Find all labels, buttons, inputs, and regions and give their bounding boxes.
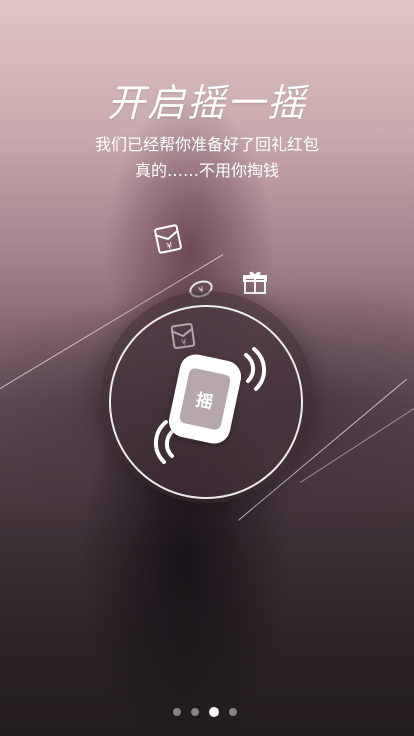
page-dot[interactable]: [229, 708, 237, 716]
phone-label: 摇: [178, 367, 232, 431]
decorative-line: [300, 394, 414, 483]
page-subtitle: 我们已经帮你准备好了回礼红包 真的……不用你掏钱: [0, 132, 414, 184]
page-dot[interactable]: [191, 708, 199, 716]
gift-icon: [241, 268, 269, 296]
page-indicator: [173, 706, 243, 718]
envelope-yuan-icon: ¥: [168, 320, 198, 351]
subtitle-line-1: 我们已经帮你准备好了回礼红包: [94, 135, 319, 154]
onboarding-screen: 开启摇一摇 我们已经帮你准备好了回礼红包 真的……不用你掏钱 ¥ ¥ 摇: [0, 0, 414, 736]
page-dot-active[interactable]: [209, 707, 219, 717]
red-envelope-yuan-icon: ¥: [151, 221, 185, 256]
page-title: 开启摇一摇: [106, 81, 307, 125]
shake-wave-right-icon: [238, 345, 272, 397]
page-dot[interactable]: [173, 708, 181, 716]
svg-text:¥: ¥: [181, 338, 187, 348]
svg-text:¥: ¥: [166, 241, 174, 252]
subtitle-line-2: 真的……不用你掏钱: [134, 161, 279, 180]
